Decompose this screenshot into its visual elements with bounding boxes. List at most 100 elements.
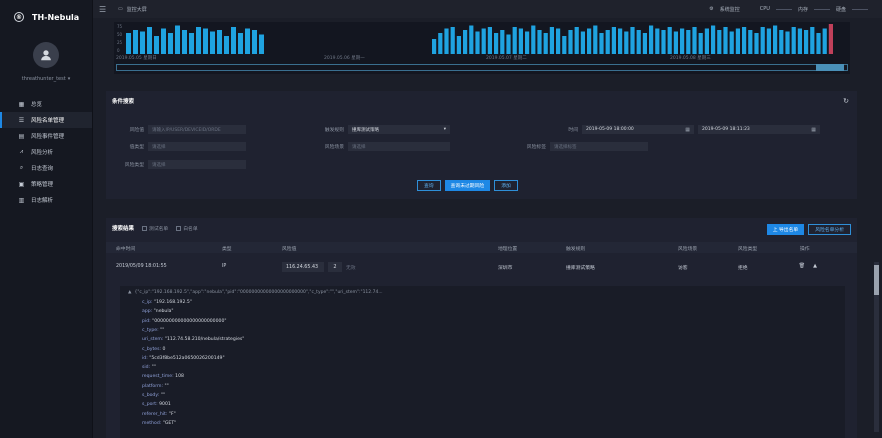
white-list-checkbox[interactable]: 白名单 xyxy=(176,225,198,232)
add-button[interactable]: 添加 xyxy=(494,180,518,191)
system-status: ⚙ 系统监控 CPU 内存 硬盘 xyxy=(709,0,868,18)
timeline-bar xyxy=(810,27,815,54)
page-scroll-handle[interactable] xyxy=(874,265,879,295)
results-actions: 上 导出名单 风险名单分析 xyxy=(766,224,851,235)
time-end-input[interactable]: 2019-05-09 18:11:23 ▦ xyxy=(698,125,820,134)
hamburger-icon[interactable]: ☰ xyxy=(99,5,108,14)
nav-item-risk-analysis[interactable]: ⩘ 风险分析 xyxy=(0,144,92,160)
big-screen-link[interactable]: ▭ 监控大屏 xyxy=(118,6,147,13)
nav-item-risk-list[interactable]: ☰ 风险名单管理 xyxy=(0,112,92,128)
scene-select[interactable]: 撞库测试策略 ▾ xyxy=(348,125,450,134)
search-button[interactable]: 查询 xyxy=(417,180,441,191)
table-row[interactable]: 2019/05/09 18:01:55 IP 深圳市 撞库测试策略 访客 拒绝 xyxy=(106,262,857,274)
timeline-bar xyxy=(593,25,598,54)
avatar[interactable] xyxy=(33,42,59,68)
timeline-bar xyxy=(717,30,722,54)
cell-value-input[interactable]: 116.24.65.43 xyxy=(282,262,324,272)
timeline-scrollbar[interactable] xyxy=(116,64,848,71)
json-summary-row[interactable]: ▲ {"c_ip":"192.168.192.5","app":"nebula"… xyxy=(128,290,383,295)
timeline-bar xyxy=(816,33,821,54)
username: threathunter_test xyxy=(21,76,66,82)
caret-down-icon: ▾ xyxy=(443,127,446,132)
json-key: uri_stem: xyxy=(142,337,164,343)
json-value: "nebula" xyxy=(152,309,174,315)
doc-icon: ▥ xyxy=(18,196,25,204)
timeline-bar xyxy=(636,30,641,54)
mem-meter xyxy=(813,8,830,10)
refresh-icon[interactable]: ↻ xyxy=(843,97,849,105)
risk-tag-select[interactable]: 请选择标签 xyxy=(550,142,648,151)
json-line: platform: "" xyxy=(142,384,169,389)
json-line: app: "nebula" xyxy=(142,309,174,314)
risk-value-input[interactable]: 请输入IP/USER/DEVICEID/ORDE xyxy=(148,125,246,134)
nav-label: 策略管理 xyxy=(31,182,54,188)
timeline-bar xyxy=(748,30,753,54)
collapse-icon[interactable]: ▲ xyxy=(813,263,817,269)
event-icon: ▤ xyxy=(18,132,25,140)
timeline-bar xyxy=(238,33,243,54)
time-start-input[interactable]: 2019-05-09 18:00:00 ▦ xyxy=(582,125,694,134)
user-menu[interactable]: threathunter_test ▾ xyxy=(22,76,70,82)
app-root: ® TH-Nebula threathunter_test ▾ ▦ 总览 ☰ 风险名… xyxy=(0,0,882,438)
field-type: 值类型 请选择 xyxy=(106,142,246,151)
timeline-bar xyxy=(210,31,215,54)
json-value: "112.74.58.210/nebula/strategies" xyxy=(163,337,245,343)
json-line: s_body: "" xyxy=(142,393,165,398)
timeline-bar xyxy=(605,30,610,54)
brand-name: TH-Nebula xyxy=(32,12,80,22)
timeline-bar xyxy=(587,28,592,54)
json-key: referer_hit: xyxy=(142,411,168,417)
timeline-bar xyxy=(487,27,492,54)
json-summary: {"c_ip":"192.168.192.5","app":"nebula","… xyxy=(134,290,383,295)
json-value: "" xyxy=(163,383,169,389)
cpu-meter xyxy=(775,8,792,10)
timeline-bar xyxy=(147,27,152,54)
timeline-bar xyxy=(729,31,734,54)
count-stepper[interactable]: 2 xyxy=(328,262,342,272)
json-line: request_time: 108 xyxy=(142,374,184,379)
json-detail: ▲ {"c_ip":"192.168.192.5","app":"nebula"… xyxy=(120,286,845,438)
delete-icon[interactable]: 🗑 xyxy=(799,263,805,269)
timeline-bar xyxy=(189,33,194,54)
nav-item-strategy[interactable]: ▣ 策略管理 xyxy=(0,176,92,192)
timeline-bar xyxy=(828,24,833,54)
timeline[interactable]: 75 50 25 0 2019.05.05 星期日 2019.05.06 星期一 20… xyxy=(114,22,850,74)
risk-scene-select[interactable]: 请选择 xyxy=(348,142,450,151)
timeline-scroll-handle[interactable] xyxy=(816,64,844,71)
timeline-bar xyxy=(568,30,573,54)
timeline-bar xyxy=(649,25,654,54)
brand[interactable]: ® TH-Nebula xyxy=(0,0,92,34)
json-line: c_type: "" xyxy=(142,328,164,333)
search-title: 条件搜索 xyxy=(112,99,135,105)
json-key: pid: xyxy=(142,318,151,324)
gear-icon[interactable]: ⚙ xyxy=(709,6,713,12)
timeline-bar xyxy=(692,27,697,54)
risk-type-select[interactable]: 请选择 xyxy=(148,160,246,169)
nav-item-log-parse[interactable]: ▥ 日志解析 xyxy=(0,192,92,208)
analysis-button[interactable]: 风险名单分析 xyxy=(808,224,851,235)
nav-item-risk-event[interactable]: ▤ 风险事件管理 xyxy=(0,128,92,144)
json-value: 108 xyxy=(173,374,184,380)
count-label: 无效 xyxy=(346,266,356,271)
nav-item-overview[interactable]: ▦ 总览 xyxy=(0,96,92,112)
timeline-bar xyxy=(760,27,765,54)
json-value: "F" xyxy=(167,411,176,417)
timeline-bar xyxy=(168,33,173,54)
test-list-checkbox[interactable]: 测试名单 xyxy=(142,225,168,232)
calendar-icon: ▦ xyxy=(685,126,690,133)
timeline-bar xyxy=(580,31,585,54)
test-list-label: 测试名单 xyxy=(149,226,169,232)
results-title: 搜索结果 xyxy=(112,226,135,232)
search-buttons: 查询 查询未过期风险 添加 xyxy=(417,180,518,191)
json-key: c_bytes: xyxy=(142,346,162,352)
timeline-bar xyxy=(667,27,672,54)
export-button[interactable]: 上 导出名单 xyxy=(766,224,805,235)
json-line: s_port: 9001 xyxy=(142,402,171,407)
query-unexpired-button[interactable]: 查询未过期风险 xyxy=(444,180,491,191)
nav-item-log-query[interactable]: ⌕ 日志查询 xyxy=(0,160,92,176)
sys-monitor-label[interactable]: 系统监控 xyxy=(720,6,740,13)
timeline-bar xyxy=(438,33,443,54)
cell-scene: 访客 xyxy=(678,266,688,271)
type-select[interactable]: 请选择 xyxy=(148,142,246,151)
timeline-date: 2019.05.05 星期日 xyxy=(116,56,157,61)
